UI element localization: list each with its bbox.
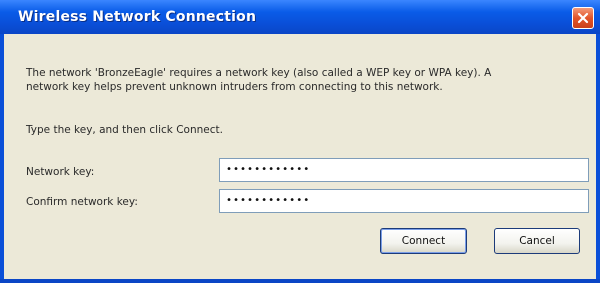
close-button[interactable] [572,7,594,29]
confirm-network-key-field[interactable]: •••••••••••• [219,189,589,213]
instruction-text: Type the key, and then click Connect. [26,124,223,136]
cancel-button[interactable]: Cancel [494,228,580,254]
confirm-network-key-label: Confirm network key: [26,196,138,208]
connect-button[interactable]: Connect [380,228,467,254]
network-key-field[interactable]: •••••••••••• [219,158,589,182]
title-bar[interactable]: Wireless Network Connection [0,0,600,34]
network-key-label: Network key: [26,166,95,178]
description-text: The network 'BronzeEagle' requires a net… [26,66,586,94]
wireless-network-connection-dialog: Wireless Network Connection The network … [0,0,600,283]
description-line-2: network key helps prevent unknown intrud… [26,81,443,93]
dialog-body: The network 'BronzeEagle' requires a net… [4,34,596,279]
window-bottom-border [0,279,600,283]
description-line-1: The network 'BronzeEagle' requires a net… [26,67,492,79]
close-icon [577,12,589,24]
window-title: Wireless Network Connection [18,9,257,25]
